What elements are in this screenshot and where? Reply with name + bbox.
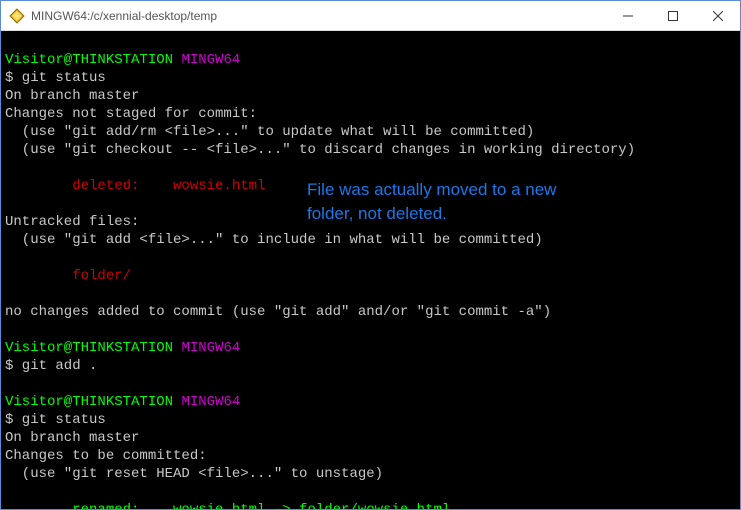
titlebar[interactable]: MINGW64:/c/xennial-desktop/temp <box>1 1 740 31</box>
cmd-git-add: $ git add . <box>5 358 97 374</box>
maximize-icon <box>668 11 678 21</box>
prompt-user-host: Visitor@THINKSTATION <box>5 52 173 68</box>
prompt-user-host: Visitor@THINKSTATION <box>5 340 173 356</box>
output-line: Untracked files: <box>5 214 139 230</box>
annotation-overlay: File was actually moved to a new folder, … <box>307 178 707 226</box>
prompt-user-host: Visitor@THINKSTATION <box>5 394 173 410</box>
output-line: On branch master <box>5 430 139 446</box>
minimize-icon <box>623 11 633 21</box>
terminal-window: MINGW64:/c/xennial-desktop/temp Visitor@… <box>0 0 741 510</box>
output-line: On branch master <box>5 88 139 104</box>
cmd-git-status-2: $ git status <box>5 412 106 428</box>
output-line: Changes not staged for commit: <box>5 106 257 122</box>
output-line: Changes to be committed: <box>5 448 207 464</box>
annotation-line: File was actually moved to a new <box>307 180 556 199</box>
output-untracked-folder: folder/ <box>5 268 131 284</box>
cmd-git-status-1: $ git status <box>5 70 106 86</box>
prompt-env: MINGW64 <box>181 340 240 356</box>
prompt-env: MINGW64 <box>181 52 240 68</box>
minimize-button[interactable] <box>605 1 650 30</box>
window-title: MINGW64:/c/xennial-desktop/temp <box>31 9 217 23</box>
maximize-button[interactable] <box>650 1 695 30</box>
annotation-line: folder, not deleted. <box>307 204 447 223</box>
output-line: (use "git add <file>..." to include in w… <box>5 232 543 248</box>
output-line: (use "git checkout -- <file>..." to disc… <box>5 142 635 158</box>
prompt-env: MINGW64 <box>181 394 240 410</box>
output-line: (use "git reset HEAD <file>..." to unsta… <box>5 466 383 482</box>
close-icon <box>713 11 723 21</box>
output-deleted: deleted: wowsie.html <box>5 178 265 194</box>
close-button[interactable] <box>695 1 740 30</box>
output-line: (use "git add/rm <file>..." to update wh… <box>5 124 534 140</box>
app-icon <box>9 8 25 24</box>
terminal-body[interactable]: Visitor@THINKSTATION MINGW64 $ git statu… <box>1 31 740 509</box>
output-renamed: renamed: wowsie.html -> folder/wowsie.ht… <box>5 502 450 509</box>
output-line: no changes added to commit (use "git add… <box>5 304 551 320</box>
